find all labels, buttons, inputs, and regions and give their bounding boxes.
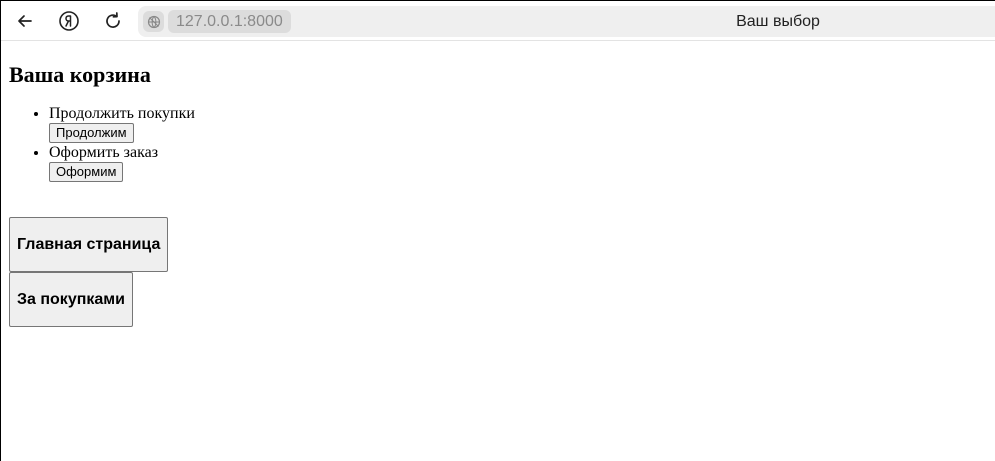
main-page-button[interactable]: Главная страница	[9, 217, 169, 272]
globe-slash-glyph	[147, 15, 160, 28]
checkout-label: Оформить заказ	[49, 144, 159, 161]
site-info-icon[interactable]	[143, 11, 164, 32]
list-item: Продолжить покупки Продолжим	[49, 104, 989, 143]
yandex-logo-icon	[59, 11, 79, 31]
back-arrow-icon	[18, 15, 32, 27]
reload-button[interactable]	[99, 7, 127, 35]
checkout-button[interactable]: Оформим	[49, 162, 124, 182]
cart-options-list: Продолжить покупки Продолжим Оформить за…	[9, 104, 989, 182]
url-text[interactable]: 127.0.0.1:8000	[168, 10, 291, 33]
list-item: Оформить заказ Оформим	[49, 143, 989, 182]
page-content: Ваша корзина Продолжить покупки Продолжи…	[9, 40, 989, 327]
back-button[interactable]	[11, 7, 39, 35]
reload-icon	[106, 12, 120, 28]
continue-shopping-label: Продолжить покупки	[49, 105, 195, 122]
go-shopping-button[interactable]: За покупками	[9, 272, 133, 327]
continue-button[interactable]: Продолжим	[49, 123, 134, 143]
tab-title: Ваш выбор	[736, 13, 820, 30]
page-title: Ваша корзина	[9, 62, 151, 87]
yandex-home-button[interactable]	[55, 7, 83, 35]
window-frame-left	[0, 0, 1, 461]
address-bar[interactable]: 127.0.0.1:8000 Ваш выбор	[138, 6, 995, 37]
browser-toolbar: 127.0.0.1:8000 Ваш выбор	[1, 1, 995, 41]
